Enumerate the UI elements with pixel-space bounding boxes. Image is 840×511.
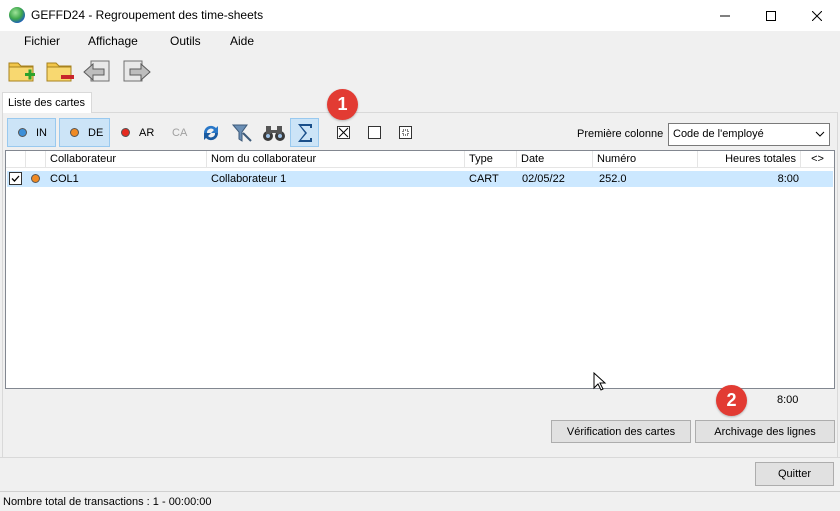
status-text: Nombre total de transactions : 1 - 00:00… [3,496,212,508]
filter-button[interactable] [227,118,256,147]
refresh-button[interactable] [196,118,225,147]
filter-de-label: DE [88,126,104,139]
header-collaborateur[interactable]: Collaborateur [46,151,207,168]
menu-aide[interactable]: Aide [228,34,256,48]
status-dot-icon [121,128,130,137]
folder-remove-button[interactable] [44,55,76,87]
separator [0,457,840,458]
header-numero[interactable]: Numéro [593,151,698,168]
forward-icon [123,60,151,82]
mouse-cursor-icon [593,372,607,391]
title-bar: GEFFD24 - Regroupement des time-sheets [0,0,840,31]
filter-ca-button[interactable]: CA [166,118,194,147]
funnel-icon [231,124,252,142]
first-column-select[interactable]: Code de l'employé [668,123,830,146]
header-status [26,151,46,168]
search-button[interactable] [259,118,288,147]
chevron-down-icon [815,131,825,137]
window-title: GEFFD24 - Regroupement des time-sheets [31,8,264,22]
app-globe-icon [9,7,25,23]
tab-liste-des-cartes[interactable]: Liste des cartes [2,92,92,113]
menu-fichier[interactable]: Fichier [22,34,62,48]
menu-outils[interactable]: Outils [168,34,203,48]
filter-ar-button[interactable]: AR [112,118,162,147]
maximize-icon [766,10,776,21]
header-check [6,151,26,168]
cell-date: 02/05/22 [522,173,565,185]
first-column-label: Première colonne [577,128,664,140]
total-hours: 8:00 [777,394,799,406]
header-nav[interactable]: <> [801,151,834,168]
check-all-icon [338,127,349,138]
check-all-button[interactable] [337,126,350,139]
cell-type: CART [469,173,499,185]
folder-add-icon [8,62,35,82]
binoculars-icon [262,125,285,141]
grid-header: Collaborateur Nom du collaborateur Type … [6,151,834,168]
status-dot-icon [70,128,79,137]
quit-button[interactable]: Quitter [755,462,834,486]
row-checkbox[interactable] [9,172,22,185]
verify-cards-button[interactable]: Vérification des cartes [551,420,691,443]
forward-button[interactable] [120,55,152,87]
folder-add-button[interactable] [6,55,38,87]
callout-badge-2: 2 [716,385,747,416]
cell-nom: Collaborateur 1 [211,173,287,185]
status-dot-icon [31,174,40,183]
table-row[interactable]: COL1 Collaborateur 1 CART 02/05/22 252.0… [7,171,833,187]
refresh-icon [203,125,218,140]
cell-numero: 252.0 [599,173,627,185]
header-date[interactable]: Date [517,151,593,168]
back-icon [83,60,110,82]
invert-check-button[interactable] [399,126,412,139]
archive-lines-button[interactable]: Archivage des lignes [695,420,835,443]
callout-badge-1: 1 [327,89,358,120]
menu-affichage[interactable]: Affichage [86,34,140,48]
invert-check-icon [402,129,409,136]
status-bar: Nombre total de transactions : 1 - 00:00… [0,491,840,511]
status-dot-icon [18,128,27,137]
tab-label: Liste des cartes [8,97,86,109]
sum-button[interactable] [290,118,319,147]
uncheck-all-icon [369,127,380,138]
filter-in-button[interactable]: IN [7,118,56,147]
folder-remove-icon [46,62,74,82]
check-icon [11,175,20,182]
maximize-button[interactable] [748,0,794,31]
header-heures[interactable]: Heures totales [698,151,801,168]
filter-ar-label: AR [139,126,155,139]
minimize-icon [720,15,730,16]
close-icon [812,10,822,21]
cell-collaborateur: COL1 [50,173,79,185]
sum-icon [297,123,312,142]
first-column-value: Code de l'employé [673,128,764,140]
filter-de-button[interactable]: DE [59,118,110,147]
filter-in-label: IN [36,126,47,139]
cards-grid: Collaborateur Nom du collaborateur Type … [5,150,835,391]
minimize-button[interactable] [702,0,748,31]
back-button[interactable] [82,55,114,87]
menu-bar: Fichier Affichage Outils Aide [0,31,840,52]
header-nom[interactable]: Nom du collaborateur [207,151,465,168]
header-type[interactable]: Type [465,151,517,168]
uncheck-all-button[interactable] [368,126,381,139]
filter-ca-label: CA [172,126,188,139]
close-button[interactable] [794,0,840,31]
cell-heures: 8:00 [777,173,799,185]
